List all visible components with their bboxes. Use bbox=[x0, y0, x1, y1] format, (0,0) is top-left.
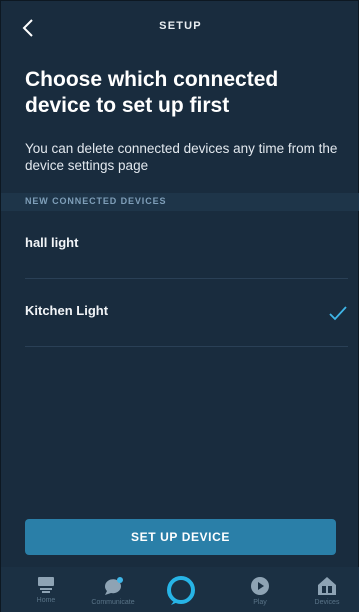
nav-label: Devices bbox=[314, 599, 340, 606]
alexa-button[interactable] bbox=[165, 574, 197, 606]
section-label: NEW CONNECTED DEVICES bbox=[25, 196, 167, 206]
device-row-hall-light[interactable]: hall light bbox=[1, 211, 359, 279]
divider bbox=[25, 346, 348, 347]
checkmark-icon bbox=[329, 306, 347, 321]
nav-label: Home bbox=[36, 597, 56, 604]
nav-play[interactable]: Play bbox=[230, 567, 290, 612]
top-bar: SETUP bbox=[1, 1, 359, 55]
set-up-device-button[interactable]: SET UP DEVICE bbox=[25, 519, 336, 555]
alexa-ring-icon bbox=[167, 576, 195, 605]
devices-house-icon bbox=[318, 577, 336, 595]
nav-home[interactable]: Home bbox=[16, 567, 76, 612]
setup-screen: SETUP Choose which connected device to s… bbox=[0, 0, 359, 612]
device-label: hall light bbox=[25, 235, 79, 250]
chat-bubble-icon bbox=[104, 577, 123, 595]
home-icon bbox=[38, 577, 54, 593]
nav-communicate[interactable]: Communicate bbox=[83, 567, 143, 612]
description-text: You can delete connected devices any tim… bbox=[25, 141, 338, 173]
nav-label: Communicate bbox=[91, 599, 135, 606]
play-icon bbox=[251, 577, 269, 595]
page-title: SETUP bbox=[159, 20, 202, 32]
nav-devices[interactable]: Devices bbox=[297, 567, 357, 612]
device-row-kitchen-light[interactable]: Kitchen Light bbox=[1, 279, 359, 347]
headline: Choose which connected device to set up … bbox=[25, 68, 279, 117]
section-header: NEW CONNECTED DEVICES bbox=[1, 193, 359, 211]
nav-label: Play bbox=[253, 599, 267, 606]
device-label: Kitchen Light bbox=[25, 303, 109, 318]
